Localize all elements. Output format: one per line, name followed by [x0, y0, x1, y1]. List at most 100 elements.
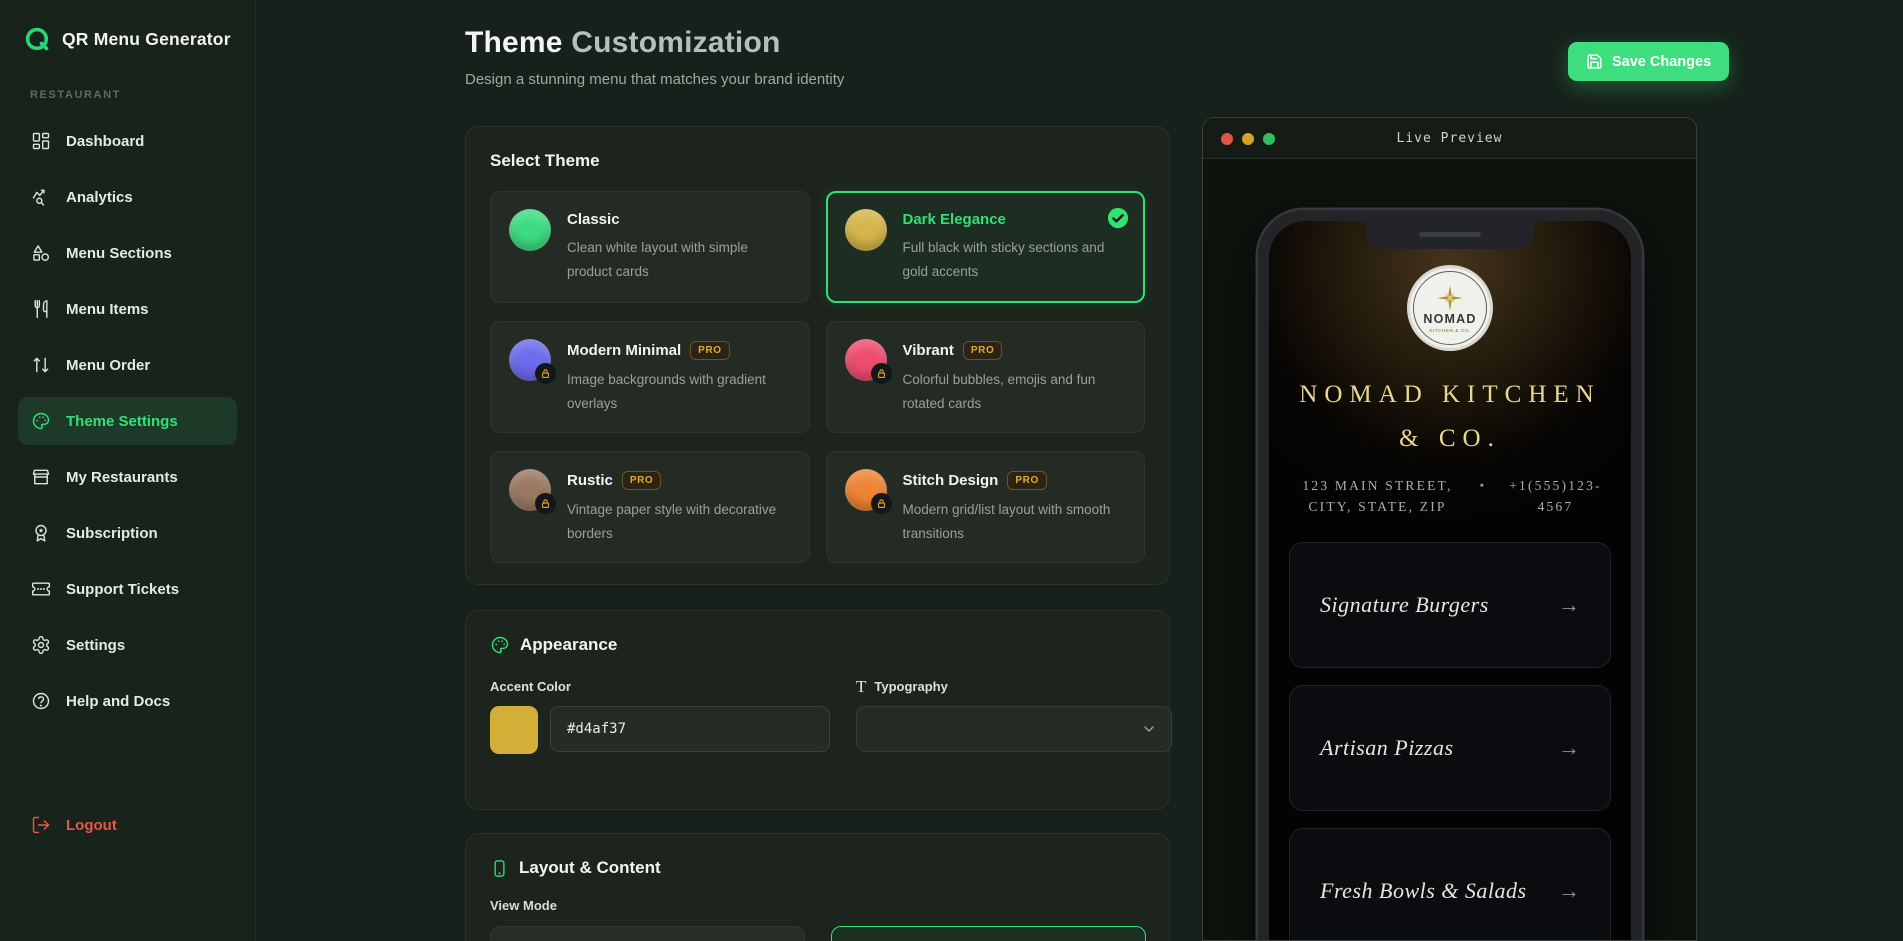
sidebar-item-label: Dashboard [66, 133, 144, 150]
palette-icon [490, 635, 510, 655]
layout-content-panel: Layout & Content View Mode List View Gri… [465, 833, 1170, 941]
typography-select[interactable] [856, 706, 1172, 752]
sidebar-item-menu-order[interactable]: Menu Order [18, 341, 237, 389]
theme-description: Modern grid/list layout with smooth tran… [903, 498, 1127, 547]
sidebar-item-dashboard[interactable]: Dashboard [18, 117, 237, 165]
arrow-right-icon: → [1558, 878, 1580, 904]
sidebar-item-settings[interactable]: Settings [18, 621, 237, 669]
page-title-primary: Theme [465, 26, 563, 59]
preview-titlebar: Live Preview [1203, 118, 1696, 159]
accent-color-label: Accent Color [490, 679, 571, 694]
sidebar-item-label: Menu Sections [66, 245, 172, 262]
sidebar-item-menu-items[interactable]: Menu Items [18, 285, 237, 333]
dark-elegance-swatch [845, 209, 887, 251]
page-title-secondary: Customization [571, 26, 780, 59]
accent-color-swatch[interactable] [490, 706, 538, 754]
pro-badge: PRO [1007, 471, 1046, 490]
qr-logo-icon [24, 26, 51, 53]
category-list: Signature Burgers → Artisan Pizzas → Fre… [1289, 542, 1611, 941]
category-label: Artisan Pizzas [1320, 735, 1454, 761]
compass-star-icon [1436, 284, 1464, 312]
phone-notch [1366, 221, 1534, 249]
theme-name: Modern Minimal [567, 342, 681, 359]
sidebar-item-theme-settings[interactable]: Theme Settings [18, 397, 237, 445]
phone-speaker [1419, 232, 1481, 237]
smartphone-icon [490, 859, 509, 878]
app-title: QR Menu Generator [62, 29, 231, 50]
sidebar-item-label: My Restaurants [66, 469, 178, 486]
theme-card-vibrant[interactable]: Vibrant PRO Colorful bubbles, emojis and… [826, 321, 1146, 433]
restaurant-name: NOMAD KITCHEN & CO. [1292, 373, 1608, 461]
layout-content-heading: Layout & Content [519, 858, 661, 878]
app-logo: QR Menu Generator [0, 0, 255, 53]
phone-mockup: NOMAD KITCHEN & CO. NOMAD KITCHEN & CO. … [1258, 210, 1642, 941]
lock-icon [871, 363, 892, 384]
selected-check-icon [1107, 207, 1129, 234]
sidebar-item-analytics[interactable]: Analytics [18, 173, 237, 221]
theme-card-modern-minimal[interactable]: Modern Minimal PRO Image backgrounds wit… [490, 321, 810, 433]
logo-subtitle: KITCHEN & CO. [1429, 328, 1471, 333]
sidebar-item-label: Analytics [66, 189, 133, 206]
utensils-icon [31, 299, 51, 319]
sidebar-item-label: Settings [66, 637, 125, 654]
grid-view-button[interactable]: Grid View [831, 926, 1146, 941]
sidebar-item-label: Menu Order [66, 357, 150, 374]
save-icon [1586, 53, 1603, 70]
appearance-panel: Appearance Accent Color T Typography [465, 610, 1170, 810]
restaurant-logo: NOMAD KITCHEN & CO. [1407, 265, 1493, 351]
accent-color-field: Accent Color [490, 677, 830, 754]
page-subtitle: Design a stunning menu that matches your… [465, 71, 844, 88]
chevron-down-icon [1141, 721, 1157, 737]
analytics-icon [31, 187, 51, 207]
lock-icon [535, 363, 556, 384]
lock-icon [535, 493, 556, 514]
logout-label: Logout [66, 817, 117, 834]
list-view-button[interactable]: List View [490, 926, 805, 941]
palette-icon [31, 411, 51, 431]
theme-card-rustic[interactable]: Rustic PRO Vintage paper style with deco… [490, 451, 810, 563]
theme-description: Full black with sticky sections and gold… [903, 236, 1127, 285]
typography-label: Typography [874, 679, 947, 694]
select-theme-heading: Select Theme [490, 151, 1145, 171]
help-circle-icon [31, 691, 51, 711]
theme-description: Vintage paper style with decorative bord… [567, 498, 791, 547]
accent-color-input[interactable] [550, 706, 830, 752]
appearance-heading: Appearance [520, 635, 617, 655]
ticket-icon [31, 579, 51, 599]
sidebar-item-help-docs[interactable]: Help and Docs [18, 677, 237, 725]
sidebar-item-label: Menu Items [66, 301, 149, 318]
red-dot-icon [1221, 133, 1233, 145]
classic-swatch [509, 209, 551, 251]
sidebar-item-support-tickets[interactable]: Support Tickets [18, 565, 237, 613]
category-card-artisan-pizzas[interactable]: Artisan Pizzas → [1289, 685, 1611, 811]
sidebar-nav: Dashboard Analytics Menu Sections Menu I… [0, 117, 255, 725]
arrow-right-icon: → [1558, 592, 1580, 618]
category-card-fresh-bowls-salads[interactable]: Fresh Bowls & Salads → [1289, 828, 1611, 941]
traffic-light-dots [1221, 118, 1275, 159]
dashboard-icon [31, 131, 51, 151]
pro-badge: PRO [963, 341, 1002, 360]
restaurant-info: 123 MAIN STREET, CITY, STATE, ZIP • +1(5… [1269, 475, 1631, 518]
category-label: Fresh Bowls & Salads [1320, 878, 1527, 904]
typography-field: T Typography [856, 677, 1172, 754]
page-header: Theme Customization Design a stunning me… [465, 26, 844, 88]
save-changes-label: Save Changes [1612, 54, 1711, 70]
sidebar-item-menu-sections[interactable]: Menu Sections [18, 229, 237, 277]
theme-card-dark-elegance[interactable]: Dark Elegance Full black with sticky sec… [826, 191, 1146, 303]
page-title: Theme Customization [465, 26, 844, 60]
sidebar-item-label: Help and Docs [66, 693, 170, 710]
pro-badge: PRO [622, 471, 661, 490]
save-changes-button[interactable]: Save Changes [1568, 42, 1729, 81]
sidebar-item-subscription[interactable]: Subscription [18, 509, 237, 557]
select-theme-panel: Select Theme Classic Clean white layout … [465, 126, 1170, 585]
yellow-dot-icon [1242, 133, 1254, 145]
theme-description: Colorful bubbles, emojis and fun rotated… [903, 368, 1127, 417]
theme-description: Image backgrounds with gradient overlays [567, 368, 791, 417]
logout-button[interactable]: Logout [18, 801, 237, 849]
sidebar-item-my-restaurants[interactable]: My Restaurants [18, 453, 237, 501]
theme-card-classic[interactable]: Classic Clean white layout with simple p… [490, 191, 810, 303]
live-preview-window: Live Preview NOMAD KITCHEN & CO. NOMAD K… [1202, 117, 1697, 941]
theme-card-stitch-design[interactable]: Stitch Design PRO Modern grid/list layou… [826, 451, 1146, 563]
restaurant-phone: +1(555)123-4567 [1499, 475, 1611, 518]
category-card-signature-burgers[interactable]: Signature Burgers → [1289, 542, 1611, 668]
